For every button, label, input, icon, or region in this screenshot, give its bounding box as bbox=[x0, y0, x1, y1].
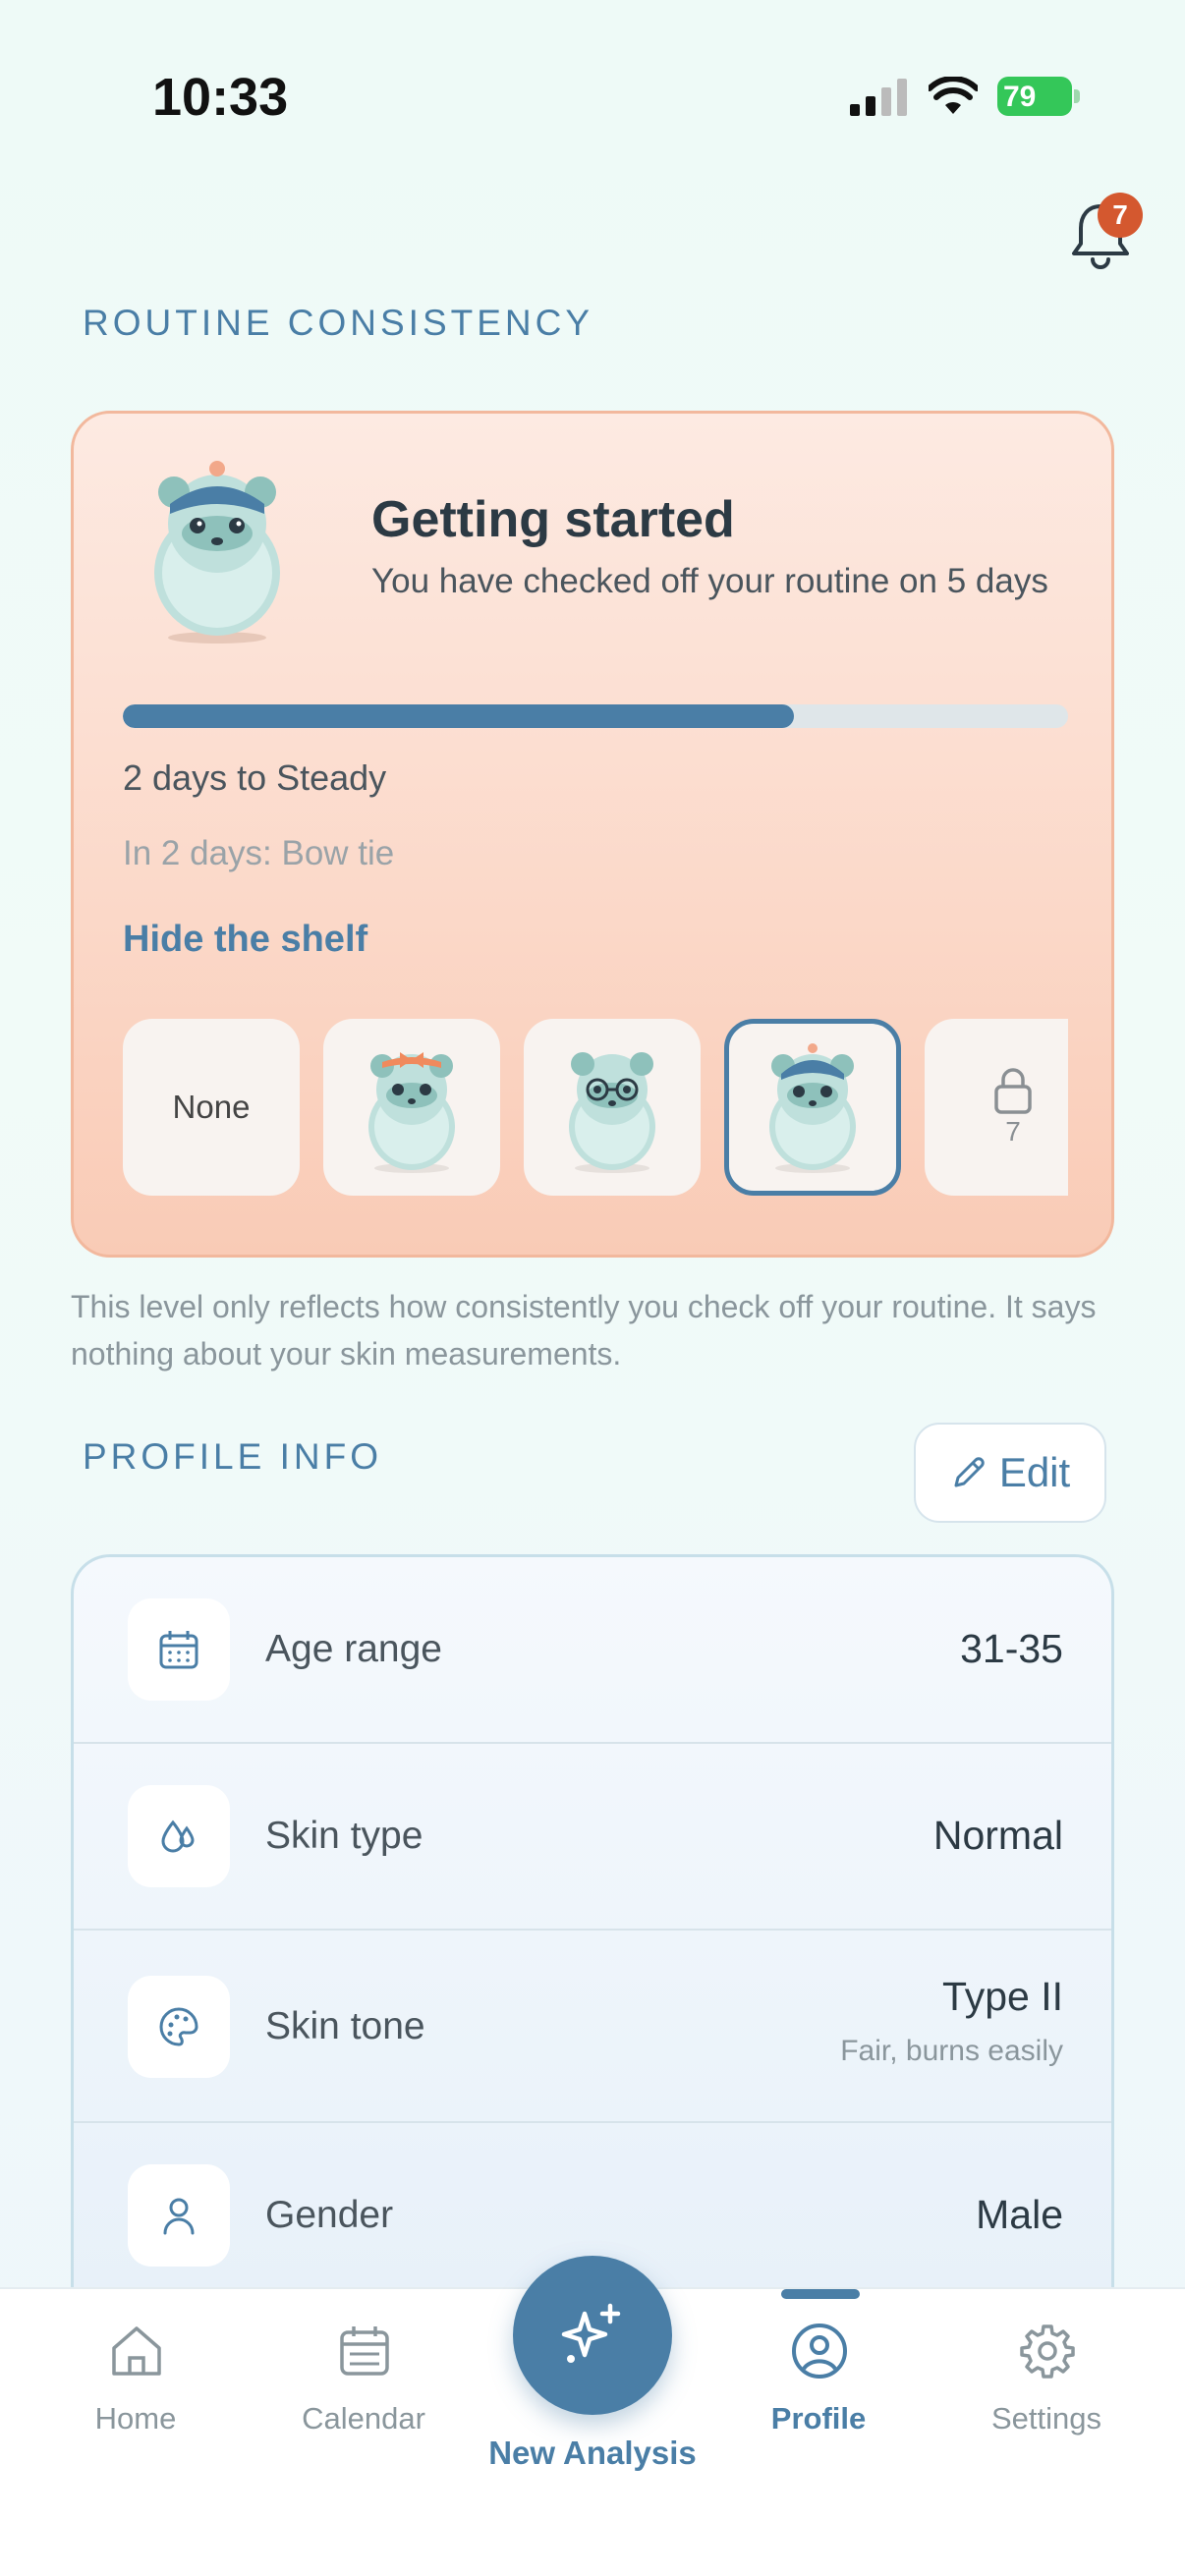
profile-row-skin-tone[interactable]: Skin tone Type II Fair, burns easily bbox=[74, 1931, 1111, 2123]
clock: 10:33 bbox=[152, 68, 289, 127]
age-range-label: Age range bbox=[265, 1628, 442, 1670]
tab-home[interactable]: Home bbox=[37, 2289, 234, 2486]
days-to-next-level: 2 days to Steady bbox=[123, 757, 387, 798]
droplets-icon bbox=[128, 1785, 230, 1887]
tab-profile-label: Profile bbox=[770, 2401, 867, 2436]
level-progress-bar bbox=[123, 704, 1068, 728]
tab-settings[interactable]: Settings bbox=[948, 2289, 1145, 2486]
skin-type-value: Normal bbox=[932, 1813, 1063, 1858]
mascot-bow-icon bbox=[368, 1052, 455, 1173]
shelf-item-locked: 7 bbox=[925, 1019, 1068, 1196]
battery-indicator: 79 bbox=[997, 77, 1080, 116]
tab-home-label: Home bbox=[94, 2401, 177, 2436]
routine-section-title: ROUTINE CONSISTENCY bbox=[83, 303, 594, 343]
accessory-shelf: None 7 bbox=[123, 1019, 1068, 1200]
sparkles-icon bbox=[561, 2303, 621, 2363]
shelf-item-none[interactable]: None bbox=[123, 1019, 300, 1196]
battery-level: 79 bbox=[1003, 81, 1037, 113]
status-bar: 10:33 79 bbox=[0, 0, 1185, 196]
consistency-disclaimer: This level only reflects how consistentl… bbox=[71, 1289, 1097, 1372]
notification-badge: 7 bbox=[1098, 193, 1143, 238]
tab-profile[interactable]: Profile bbox=[720, 2289, 917, 2486]
active-tab-indicator bbox=[781, 2289, 860, 2299]
skin-type-label: Skin type bbox=[265, 1815, 423, 1857]
shelf-none-label: None bbox=[172, 1089, 251, 1125]
home-icon bbox=[112, 2326, 161, 2376]
level-progress-fill bbox=[123, 704, 795, 728]
profile-info-list: Age range 31-35 Skin type Normal Skin to… bbox=[71, 1554, 1114, 2291]
shelf-item-glasses[interactable] bbox=[524, 1019, 701, 1196]
lock-icon bbox=[994, 1068, 1032, 1114]
edit-label: Edit bbox=[998, 1449, 1071, 1495]
wifi-icon bbox=[929, 77, 978, 114]
routine-consistency-card: Getting started You have checked off you… bbox=[71, 411, 1114, 1258]
profile-row-age[interactable]: Age range 31-35 bbox=[74, 1557, 1111, 1744]
signal-icon bbox=[850, 79, 907, 116]
new-analysis-button[interactable] bbox=[513, 2256, 672, 2415]
skin-tone-label: Skin tone bbox=[265, 2005, 425, 2047]
edit-profile-button[interactable]: Edit bbox=[914, 1423, 1106, 1523]
new-analysis-label[interactable]: New Analysis bbox=[442, 2435, 743, 2472]
tab-calendar-label: Calendar bbox=[302, 2401, 425, 2436]
calendar-icon bbox=[340, 2326, 389, 2376]
gender-label: Gender bbox=[265, 2194, 394, 2236]
pencil-icon bbox=[954, 1457, 985, 1487]
level-title: Getting started bbox=[371, 491, 735, 548]
user-icon bbox=[128, 2164, 230, 2267]
mascot-beanie-avatar bbox=[154, 461, 280, 644]
skin-tone-value: Type II bbox=[941, 1974, 1063, 2019]
shelf-item-beanie[interactable] bbox=[724, 1019, 901, 1196]
calendar-icon bbox=[128, 1598, 230, 1701]
level-subtitle: You have checked off your routine on 5 d… bbox=[371, 562, 1048, 600]
profile-row-skin-type[interactable]: Skin type Normal bbox=[74, 1744, 1111, 1931]
tab-settings-label: Settings bbox=[990, 2401, 1101, 2436]
shelf-item-bow[interactable] bbox=[323, 1019, 500, 1196]
age-range-value: 31-35 bbox=[960, 1626, 1063, 1671]
profile-section-title: PROFILE INFO bbox=[83, 1436, 382, 1477]
next-reward-text: In 2 days: Bow tie bbox=[123, 834, 395, 872]
hide-shelf-link[interactable]: Hide the shelf bbox=[123, 919, 367, 961]
gear-icon bbox=[1020, 2324, 1075, 2379]
tab-calendar[interactable]: Calendar bbox=[265, 2289, 462, 2486]
mascot-glasses-icon bbox=[569, 1052, 655, 1173]
profile-icon bbox=[792, 2324, 847, 2379]
skin-tone-description: Fair, burns easily bbox=[840, 2035, 1063, 2067]
gender-value: Male bbox=[976, 2192, 1063, 2237]
palette-icon bbox=[128, 1976, 230, 2078]
mascot-beanie-icon bbox=[769, 1043, 856, 1173]
locked-day-label: 7 bbox=[1005, 1116, 1021, 1147]
